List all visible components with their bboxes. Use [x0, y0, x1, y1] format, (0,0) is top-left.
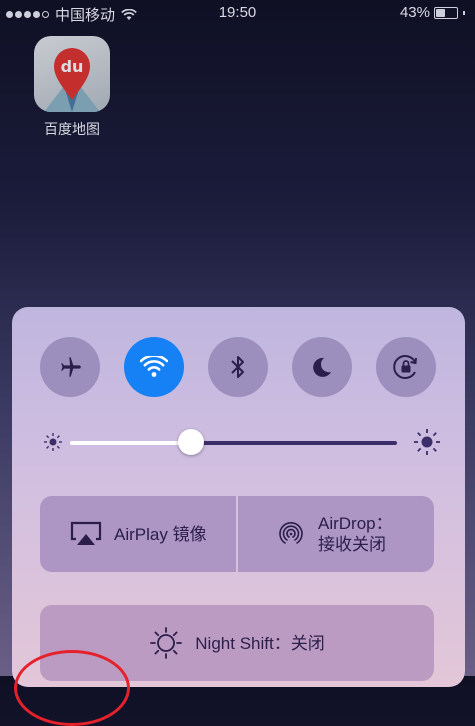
rotation-lock-toggle[interactable] — [376, 337, 436, 397]
airdrop-label-line2: 接收关闭 — [318, 535, 386, 554]
app-baidu-maps[interactable]: du 百度地图 — [34, 36, 110, 139]
battery-fill — [436, 8, 445, 17]
airdrop-icon — [279, 522, 303, 544]
bluetooth-icon — [231, 356, 244, 378]
brightness-thumb[interactable] — [178, 429, 204, 455]
airdrop-label: AirDrop： 接收关闭 — [318, 513, 393, 555]
wifi-toggle[interactable] — [124, 337, 184, 397]
brightness-slider[interactable] — [40, 429, 440, 457]
airplay-button[interactable]: AirPlay 镜像 — [40, 496, 236, 572]
bluetooth-toggle[interactable] — [208, 337, 268, 397]
brightness-low-icon — [44, 433, 62, 451]
airplay-label: AirPlay 镜像 — [114, 524, 207, 544]
app-label: 百度地图 — [44, 121, 100, 137]
airplane-icon — [61, 357, 81, 377]
brightness-high-icon — [414, 429, 440, 455]
battery-status: 43% — [400, 4, 465, 21]
airdrop-button[interactable]: AirDrop： 接收关闭 — [238, 496, 434, 572]
toggle-row — [40, 337, 436, 397]
battery-percent: 43% — [399, 4, 430, 21]
battery-icon — [434, 6, 458, 19]
status-bar: 中国移动 19:50 43% — [0, 0, 475, 26]
airdrop-label-line1: AirDrop： — [318, 514, 393, 533]
airplane-mode-toggle[interactable] — [40, 337, 100, 397]
airplay-icon — [70, 521, 102, 545]
baidu-maps-icon: du — [34, 36, 110, 112]
moon-icon — [313, 357, 331, 377]
app-icon-text: du — [61, 57, 84, 76]
night-shift-label: Night Shift：关闭 — [195, 633, 325, 653]
brightness-track-filled — [70, 441, 191, 445]
wifi-icon — [140, 356, 168, 377]
rotation-lock-icon — [393, 355, 417, 379]
brightness-track-empty — [191, 441, 397, 445]
night-shift-icon — [150, 627, 183, 659]
control-center: AirPlay 镜像 AirDrop： 接收关闭 Night Shift：关闭 — [12, 307, 465, 687]
annotation-circle — [14, 650, 130, 726]
do-not-disturb-toggle[interactable] — [292, 337, 352, 397]
airplay-airdrop-group: AirPlay 镜像 AirDrop： 接收关闭 — [40, 496, 434, 572]
